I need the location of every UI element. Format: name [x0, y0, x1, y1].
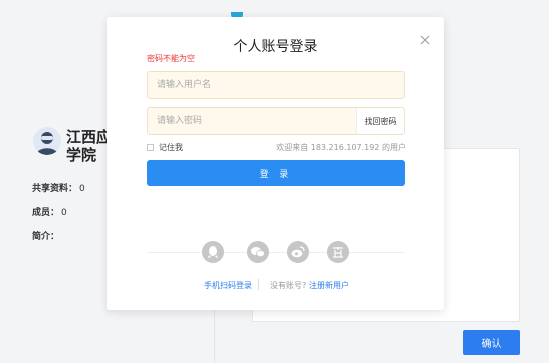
other-login-icon[interactable] [327, 241, 349, 263]
remember-checkbox[interactable] [147, 144, 154, 151]
login-button[interactable]: 登 录 [147, 160, 405, 186]
login-modal: 个人账号登录 密码不能为空 找回密码 记住我 欢迎来自 183.216.107.… [107, 17, 444, 310]
background-divider [214, 310, 215, 363]
weibo-icon[interactable] [287, 241, 309, 263]
username-field [147, 71, 405, 99]
shared-label: 共享资料： [32, 184, 78, 194]
confirm-button[interactable]: 确认 [463, 330, 520, 355]
wechat-icon[interactable] [247, 241, 269, 263]
shared-stat: 共享资料： 0 [32, 181, 85, 194]
username-input[interactable] [148, 72, 404, 98]
password-field: 找回密码 [147, 107, 405, 135]
intro-stat: 简介： [32, 229, 59, 242]
error-message: 密码不能为空 [147, 54, 195, 63]
social-divider [147, 252, 405, 253]
remember-me[interactable]: 记住我 [147, 142, 183, 153]
members-stat: 成员： 0 [32, 205, 67, 218]
close-icon[interactable] [420, 30, 430, 45]
welcome-text: 欢迎来自 183.216.107.192 的用户 [276, 143, 406, 152]
find-password-button[interactable]: 找回密码 [356, 108, 404, 134]
members-value: 0 [61, 208, 67, 218]
link-separator [258, 279, 259, 290]
intro-label: 简介： [32, 232, 60, 242]
school-avatar [33, 127, 61, 155]
no-account-text: 没有账号? [270, 281, 307, 290]
members-label: 成员： [32, 208, 60, 218]
remember-label: 记住我 [159, 143, 183, 152]
shared-value: 0 [79, 184, 85, 194]
password-input[interactable] [148, 108, 356, 134]
register-link[interactable]: 注册新用户 [309, 280, 349, 291]
scan-login-link[interactable]: 手机扫码登录 [204, 280, 252, 291]
qq-icon[interactable] [202, 241, 224, 263]
